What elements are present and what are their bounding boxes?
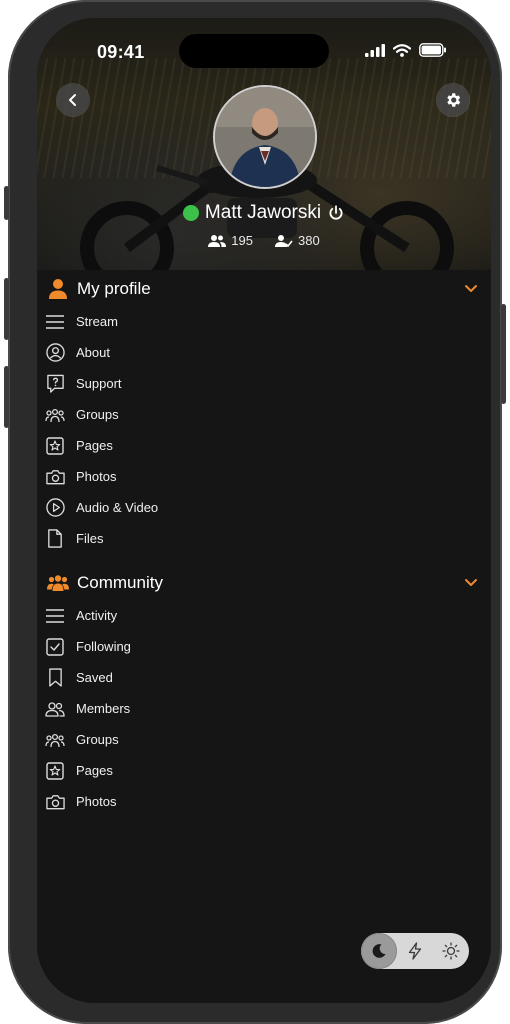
- menu-label: Groups: [76, 407, 119, 422]
- community-title: Community: [77, 573, 163, 592]
- avatar-photo: [215, 87, 315, 187]
- phone-frame: 09:41 Matt Jaworski 195 380 My profile S…: [4, 0, 506, 1024]
- community-icon: [45, 574, 71, 592]
- settings-button[interactable]: [437, 84, 469, 116]
- friends-count: 195: [231, 233, 253, 248]
- menu-label: Support: [76, 376, 122, 391]
- theme-dark-option[interactable]: [361, 933, 397, 969]
- menu-item-support[interactable]: Support: [45, 368, 345, 399]
- star-page-icon: [45, 761, 65, 781]
- menu-label: Pages: [76, 438, 113, 453]
- signal-icon: [365, 43, 385, 57]
- list-icon: [45, 606, 65, 626]
- user-circle-icon: [45, 343, 65, 363]
- status-time: 09:41: [97, 42, 145, 62]
- wifi-icon: [393, 43, 411, 57]
- battery-icon: [419, 43, 446, 57]
- menu-item-community-photos[interactable]: Photos: [45, 786, 345, 817]
- menu-label: Activity: [76, 608, 118, 623]
- power-icon[interactable]: [327, 204, 345, 222]
- dynamic-island: [179, 34, 329, 68]
- menu-label: Audio & Video: [76, 500, 159, 515]
- my-profile-title: My profile: [77, 279, 151, 298]
- chevron-down-icon[interactable]: [463, 280, 479, 296]
- menu-label: Following: [76, 639, 131, 654]
- followers-icon: [275, 234, 293, 247]
- volume-down-button: [4, 366, 9, 428]
- bookmark-icon: [45, 668, 65, 688]
- menu-item-community-groups[interactable]: Groups: [45, 724, 345, 755]
- theme-light-option[interactable]: [433, 933, 469, 969]
- profile-name-row: Matt Jaworski: [37, 202, 491, 224]
- question-bubble-icon: [45, 374, 65, 394]
- community-menu: Activity Following Saved Members Groups …: [45, 600, 345, 817]
- status-icons: [365, 43, 447, 57]
- avatar[interactable]: [213, 85, 317, 189]
- members-icon: [45, 699, 65, 719]
- menu-label: Pages: [76, 763, 113, 778]
- menu-label: Files: [76, 531, 104, 546]
- menu-label: About: [76, 345, 110, 360]
- gear-icon: [447, 93, 461, 107]
- cover-photo: 09:41 Matt Jaworski 195 380: [37, 18, 491, 270]
- menu-item-stream[interactable]: Stream: [45, 306, 345, 337]
- user-icon: [45, 278, 71, 300]
- list-icon: [45, 312, 65, 332]
- camera-icon: [45, 467, 65, 487]
- menu-item-files[interactable]: Files: [45, 523, 345, 554]
- menu-item-audio-video[interactable]: Audio & Video: [45, 492, 345, 523]
- theme-toggle: [361, 933, 469, 969]
- mute-switch: [4, 186, 9, 220]
- menu-item-members[interactable]: Members: [45, 693, 345, 724]
- menu-label: Saved: [76, 670, 113, 685]
- my-profile-menu: Stream About Support Groups Pages Photos…: [45, 306, 345, 554]
- followers-stat[interactable]: 380: [275, 233, 320, 248]
- volume-up-button: [4, 278, 9, 340]
- menu-label: Photos: [76, 794, 117, 809]
- play-icon: [45, 498, 65, 518]
- camera-icon: [45, 792, 65, 812]
- menu-item-pages[interactable]: Pages: [45, 430, 345, 461]
- menu-label: Members: [76, 701, 131, 716]
- followers-count: 380: [298, 233, 320, 248]
- menu-item-about[interactable]: About: [45, 337, 345, 368]
- lightning-icon: [408, 942, 422, 960]
- online-status-dot: [182, 205, 199, 221]
- chevron-down-icon[interactable]: [463, 574, 479, 590]
- menu-label: Photos: [76, 469, 117, 484]
- menu-item-photos[interactable]: Photos: [45, 461, 345, 492]
- group-icon: [45, 730, 65, 750]
- profile-name: Matt Jaworski: [204, 202, 322, 223]
- menu-label: Stream: [76, 314, 118, 329]
- screen: 09:41 Matt Jaworski 195 380 My profile S…: [37, 18, 491, 1003]
- check-square-icon: [45, 637, 65, 657]
- file-icon: [45, 529, 65, 549]
- star-page-icon: [45, 436, 65, 456]
- moon-icon: [372, 944, 386, 958]
- group-icon: [45, 405, 65, 425]
- menu-label: Groups: [76, 732, 119, 747]
- sun-icon: [442, 942, 460, 960]
- menu-item-following[interactable]: Following: [45, 631, 345, 662]
- menu-item-groups[interactable]: Groups: [45, 399, 345, 430]
- menu-item-activity[interactable]: Activity: [45, 600, 345, 631]
- menu-item-community-pages[interactable]: Pages: [45, 755, 345, 786]
- power-button: [501, 304, 506, 404]
- community-header[interactable]: Community: [45, 568, 483, 598]
- friends-icon: [208, 234, 227, 247]
- my-profile-header[interactable]: My profile: [45, 274, 483, 304]
- menu-item-saved[interactable]: Saved: [45, 662, 345, 693]
- profile-stats: 195 380: [37, 233, 491, 248]
- friends-stat[interactable]: 195: [208, 233, 253, 248]
- back-button[interactable]: [57, 84, 89, 116]
- theme-auto-option[interactable]: [397, 933, 433, 969]
- chevron-left-icon: [69, 94, 76, 106]
